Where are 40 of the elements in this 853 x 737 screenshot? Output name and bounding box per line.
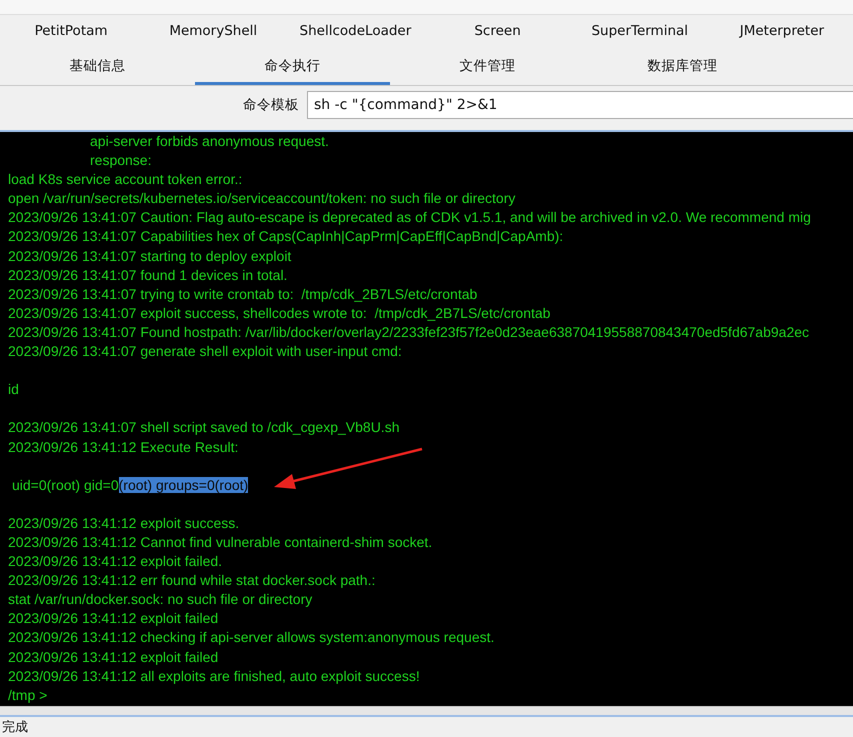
terminal-line: 2023/09/26 13:41:07 found 1 devices in total. bbox=[8, 266, 288, 285]
selected-text: (root) groups=0(root) bbox=[118, 476, 248, 493]
terminal-line: id bbox=[8, 380, 20, 400]
terminal-line: load K8s service account token error.: bbox=[8, 170, 244, 190]
terminal-line: 2023/09/26 13:41:12 err found while stat docker.sock path.: bbox=[8, 571, 376, 590]
terminal-line: response: bbox=[89, 151, 152, 170]
terminal-line: 2023/09/26 13:41:12 Execute Result: bbox=[8, 438, 240, 456]
horizontal-scrollbar[interactable] bbox=[0, 706, 853, 717]
terminal-line: stat /var/run/docker.sock: no such file or directory bbox=[8, 590, 314, 610]
tab[interactable]: JMeterpreter bbox=[710, 15, 853, 50]
tab[interactable]: PetitPotam bbox=[0, 15, 142, 50]
terminal-line: /tmp > bbox=[8, 686, 48, 705]
tab[interactable]: Screen bbox=[426, 15, 569, 50]
terminal-line: 2023/09/26 13:41:12 exploit failed bbox=[8, 609, 220, 628]
tab[interactable]: 基础信息 bbox=[0, 50, 195, 85]
tab[interactable]: MemoryShell bbox=[142, 15, 284, 50]
tab[interactable]: SuperTerminal bbox=[568, 15, 711, 50]
terminal-line: 2023/09/26 13:41:12 exploit failed. bbox=[8, 552, 224, 572]
terminal-line: 2023/09/26 13:41:07 trying to write crontab to: /tmp/cdk_2B7LS/etc/crontab bbox=[8, 284, 478, 304]
terminal-line: 2023/09/26 13:41:12 exploit success. bbox=[8, 514, 240, 533]
terminal-line: 2023/09/26 13:41:07 starting to deploy exploit bbox=[8, 246, 292, 266]
terminal-line: 2023/09/26 13:41:12 Cannot find vulnerable containerd-shim socket. bbox=[8, 532, 434, 552]
command-template-field[interactable]: sh -c "{command}" 2>&1 bbox=[307, 91, 853, 119]
command-template-label: 命令模板 bbox=[243, 96, 299, 114]
terminal-line: open /var/run/secrets/kubernetes.io/serviceaccount/token: no such file or directory bbox=[8, 189, 516, 208]
terminal-line: 2023/09/26 13:41:12 checking if api-server allows system:anonymous request. bbox=[8, 628, 496, 648]
terminal-text: uid=0(root) gid=0 bbox=[12, 476, 119, 493]
tab[interactable]: 文件管理 bbox=[390, 50, 585, 85]
terminal-line: 2023/09/26 13:41:07 shell script saved to /cdk_cgexp_Vb8U.sh bbox=[8, 418, 400, 438]
tab[interactable]: 数据库管理 bbox=[585, 50, 780, 85]
tab[interactable]: ShellcodeLoader bbox=[284, 15, 426, 50]
terminal-line: 2023/09/26 13:41:12 exploit failed bbox=[8, 648, 220, 667]
terminal-line: 2023/09/26 13:41:07 Capabilities hex of Caps(CapInh|CapPrm|CapEff|CapBnd|CapAmb): bbox=[8, 227, 564, 246]
terminal-line: 2023/09/26 13:41:07 generate shell exploit with user-input cmd: bbox=[8, 342, 403, 362]
terminal-line: 2023/09/26 13:41:07 Found hostpath: /var/lib/docker/overlay2/2233fef23f57f2e0d23eae63870419558870843470ed5fd67ab9a2ec bbox=[8, 322, 810, 342]
arrow-icon bbox=[272, 447, 424, 491]
terminal-line: api-server forbids anonymous request. bbox=[89, 132, 330, 151]
terminal-line: 2023/09/26 13:41:07 Caution: Flag auto-escape is deprecated as of CDK v1.5.1, and will be archived in v2.0. We recommend mig bbox=[8, 208, 812, 228]
terminal-line: 2023/09/26 13:41:07 exploit success, shellcodes wrote to: /tmp/cdk_2B7LS/etc/crontab bbox=[8, 304, 552, 323]
terminal-line: 2023/09/26 13:41:12 all exploits are finished, auto exploit success! bbox=[8, 666, 421, 686]
